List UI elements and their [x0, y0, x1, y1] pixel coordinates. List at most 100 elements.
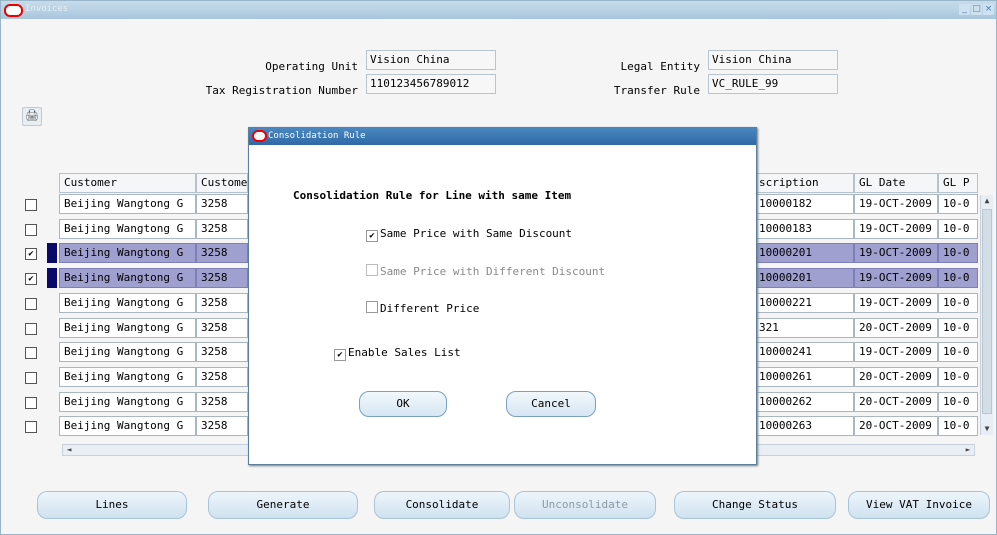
gl-date-cell[interactable]: 20-OCT-2009	[854, 318, 938, 338]
gl-period-cell[interactable]: 10-0	[938, 243, 978, 263]
enable-sales-list-checkbox[interactable]: ✔ Enable Sales List	[334, 346, 461, 361]
gl-date-cell[interactable]: 19-OCT-2009	[854, 243, 938, 263]
option-label: Enable Sales List	[348, 346, 461, 359]
lines-button[interactable]: Lines	[37, 491, 187, 519]
gl-period-cell[interactable]: 10-0	[938, 416, 978, 436]
customer-number-cell[interactable]: 3258	[196, 219, 248, 239]
table-vertical-scrollbar[interactable]: ▲ ▼	[980, 195, 993, 435]
gl-date-cell[interactable]: 20-OCT-2009	[854, 416, 938, 436]
gl-period-cell[interactable]: 10-0	[938, 219, 978, 239]
tax-registration-field[interactable]: 110123456789012	[366, 74, 496, 94]
close-icon[interactable]: ×	[983, 4, 994, 15]
row-select-checkbox[interactable]	[25, 421, 37, 433]
ok-button[interactable]: OK	[359, 391, 447, 417]
customer-cell[interactable]: Beijing Wangtong G	[59, 416, 196, 436]
gl-date-cell[interactable]: 19-OCT-2009	[854, 268, 938, 288]
operating-unit-field[interactable]: Vision China	[366, 50, 496, 70]
scroll-thumb[interactable]	[982, 209, 992, 414]
customer-number-cell[interactable]: 3258	[196, 318, 248, 338]
scroll-right-icon[interactable]: ►	[963, 445, 973, 455]
same-price-different-discount-checkbox[interactable]: Same Price with Different Discount	[366, 264, 605, 278]
gl-date-cell[interactable]: 20-OCT-2009	[854, 392, 938, 412]
col-header-gl-period[interactable]: GL P	[938, 173, 978, 193]
customer-cell[interactable]: Beijing Wangtong G	[59, 392, 196, 412]
gl-period-cell[interactable]: 10-0	[938, 293, 978, 313]
legal-entity-label: Legal Entity	[620, 60, 700, 73]
customer-cell[interactable]: Beijing Wangtong G	[59, 194, 196, 214]
description-cell[interactable]: 10000241	[754, 342, 854, 362]
gl-period-cell[interactable]: 10-0	[938, 367, 978, 387]
gl-period-cell[interactable]: 10-0	[938, 194, 978, 214]
transfer-rule-field[interactable]: VC_RULE_99	[708, 74, 838, 94]
consolidate-button[interactable]: Consolidate	[374, 491, 510, 519]
row-select-checkbox[interactable]	[25, 298, 37, 310]
gl-period-cell[interactable]: 10-0	[938, 318, 978, 338]
checkbox-icon: ✔	[334, 349, 346, 361]
customer-cell[interactable]: Beijing Wangtong G	[59, 243, 196, 263]
customer-cell[interactable]: Beijing Wangtong G	[59, 219, 196, 239]
scroll-left-icon[interactable]: ◄	[64, 445, 74, 455]
description-cell[interactable]: 10000201	[754, 243, 854, 263]
gl-period-cell[interactable]: 10-0	[938, 268, 978, 288]
description-cell[interactable]: 10000263	[754, 416, 854, 436]
cancel-button[interactable]: Cancel	[506, 391, 596, 417]
customer-cell[interactable]: Beijing Wangtong G	[59, 367, 196, 387]
row-select-checkbox[interactable]	[25, 372, 37, 384]
row-select-checkbox[interactable]	[25, 224, 37, 236]
customer-number-cell[interactable]: 3258	[196, 194, 248, 214]
col-header-gl-date[interactable]: GL Date	[854, 173, 938, 193]
description-cell[interactable]: 10000182	[754, 194, 854, 214]
checkbox-icon	[366, 264, 378, 276]
gl-date-cell[interactable]: 19-OCT-2009	[854, 194, 938, 214]
row-select-checkbox[interactable]: ✔	[25, 248, 37, 260]
minimize-icon[interactable]: _	[959, 4, 970, 15]
row-select-checkbox[interactable]	[25, 199, 37, 211]
customer-cell[interactable]: Beijing Wangtong G	[59, 268, 196, 288]
customer-number-cell[interactable]: 3258	[196, 268, 248, 288]
gl-period-cell[interactable]: 10-0	[938, 342, 978, 362]
dialog-heading: Consolidation Rule for Line with same It…	[293, 189, 572, 202]
scroll-down-icon[interactable]: ▼	[982, 424, 992, 434]
row-select-checkbox[interactable]: ✔	[25, 273, 37, 285]
customer-number-cell[interactable]: 3258	[196, 243, 248, 263]
col-header-customer-number[interactable]: Custome	[196, 173, 248, 193]
customer-number-cell[interactable]: 3258	[196, 293, 248, 313]
gl-date-cell[interactable]: 20-OCT-2009	[854, 367, 938, 387]
same-price-same-discount-checkbox[interactable]: ✔ Same Price with Same Discount	[366, 227, 572, 242]
description-cell[interactable]: 10000261	[754, 367, 854, 387]
different-price-checkbox[interactable]: Different Price	[366, 301, 479, 315]
checkbox-icon: ✔	[366, 230, 378, 242]
description-cell[interactable]: 10000183	[754, 219, 854, 239]
description-cell[interactable]: 10000221	[754, 293, 854, 313]
row-select-checkbox[interactable]	[25, 323, 37, 335]
change-status-button[interactable]: Change Status	[674, 491, 836, 519]
gl-period-cell[interactable]: 10-0	[938, 392, 978, 412]
legal-entity-field[interactable]: Vision China	[708, 50, 838, 70]
description-cell[interactable]: 10000262	[754, 392, 854, 412]
scroll-up-icon[interactable]: ▲	[982, 196, 992, 206]
generate-button[interactable]: Generate	[208, 491, 358, 519]
customer-cell[interactable]: Beijing Wangtong G	[59, 318, 196, 338]
customer-number-cell[interactable]: 3258	[196, 392, 248, 412]
unconsolidate-button[interactable]: Unconsolidate	[514, 491, 656, 519]
customer-number-cell[interactable]: 3258	[196, 342, 248, 362]
description-cell[interactable]: 10000201	[754, 268, 854, 288]
customer-cell[interactable]: Beijing Wangtong G	[59, 293, 196, 313]
dialog-titlebar[interactable]: Consolidation Rule	[249, 128, 756, 145]
window-titlebar[interactable]: Invoices _ □ ×	[1, 1, 996, 19]
print-icon[interactable]: 🖨	[22, 107, 42, 126]
gl-date-cell[interactable]: 19-OCT-2009	[854, 219, 938, 239]
customer-number-cell[interactable]: 3258	[196, 367, 248, 387]
gl-date-cell[interactable]: 19-OCT-2009	[854, 293, 938, 313]
row-select-checkbox[interactable]	[25, 347, 37, 359]
description-cell[interactable]: 321	[754, 318, 854, 338]
operating-unit-label: Operating Unit	[265, 60, 358, 73]
gl-date-cell[interactable]: 19-OCT-2009	[854, 342, 938, 362]
row-select-checkbox[interactable]	[25, 397, 37, 409]
customer-number-cell[interactable]: 3258	[196, 416, 248, 436]
col-header-customer[interactable]: Customer	[59, 173, 196, 193]
customer-cell[interactable]: Beijing Wangtong G	[59, 342, 196, 362]
view-vat-invoice-button[interactable]: View VAT Invoice	[848, 491, 990, 519]
maximize-icon[interactable]: □	[971, 4, 982, 15]
col-header-description[interactable]: scription	[754, 173, 854, 193]
